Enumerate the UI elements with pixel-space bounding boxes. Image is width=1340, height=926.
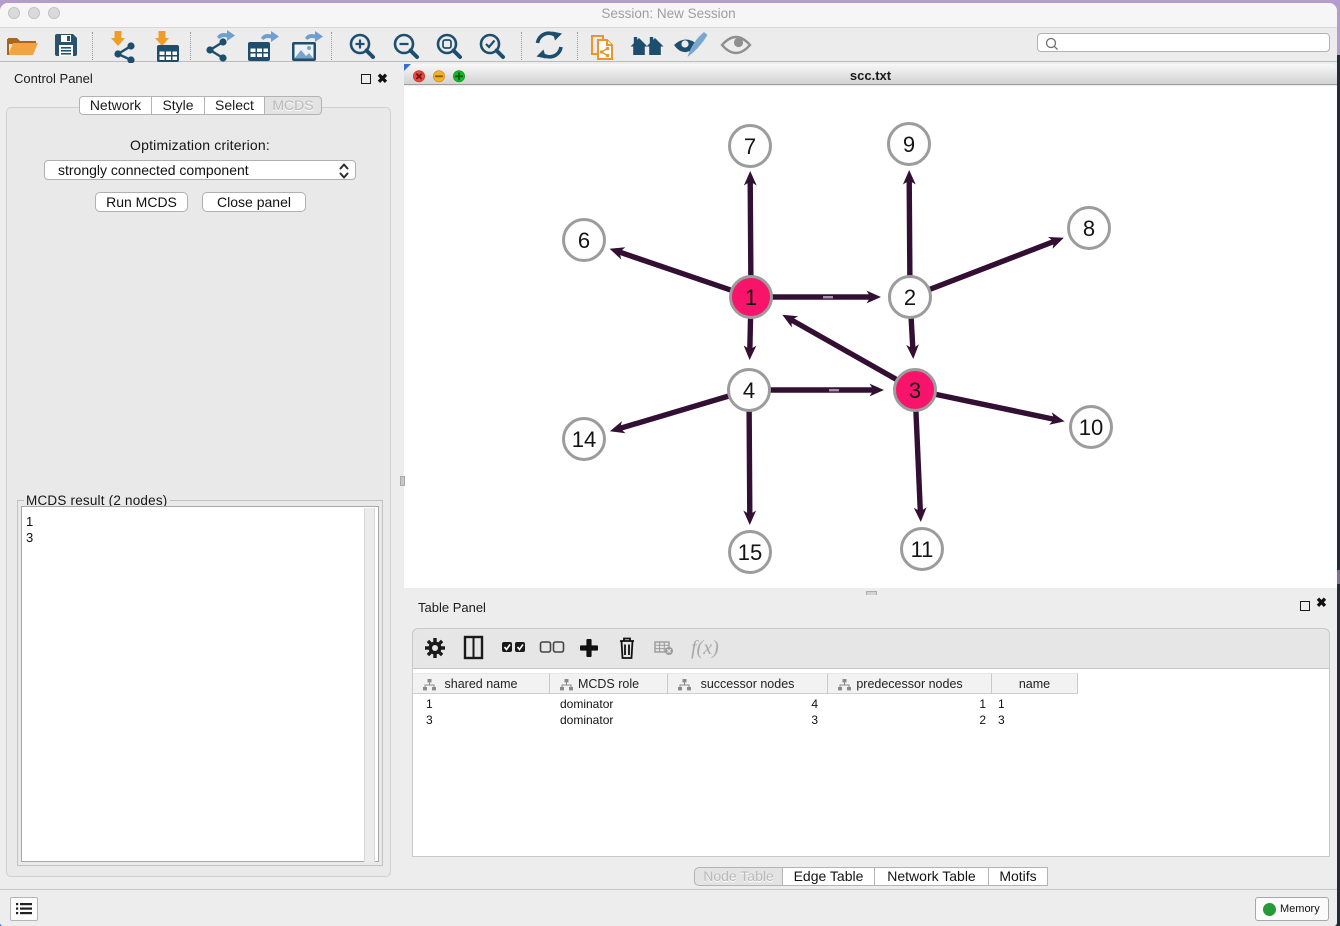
svg-text:f(x): f(x): [691, 637, 719, 659]
svg-text:1: 1: [745, 285, 757, 310]
svg-text:2: 2: [904, 285, 916, 310]
svg-text:15: 15: [738, 540, 762, 565]
svg-text:9: 9: [903, 132, 915, 157]
svg-text:3: 3: [909, 378, 921, 403]
svg-text:10: 10: [1079, 415, 1103, 440]
svg-text:4: 4: [743, 378, 755, 403]
svg-text:11: 11: [911, 537, 934, 562]
svg-text:7: 7: [744, 134, 756, 159]
svg-text:14: 14: [572, 427, 596, 452]
svg-text:8: 8: [1083, 216, 1095, 241]
svg-text:6: 6: [578, 228, 590, 253]
